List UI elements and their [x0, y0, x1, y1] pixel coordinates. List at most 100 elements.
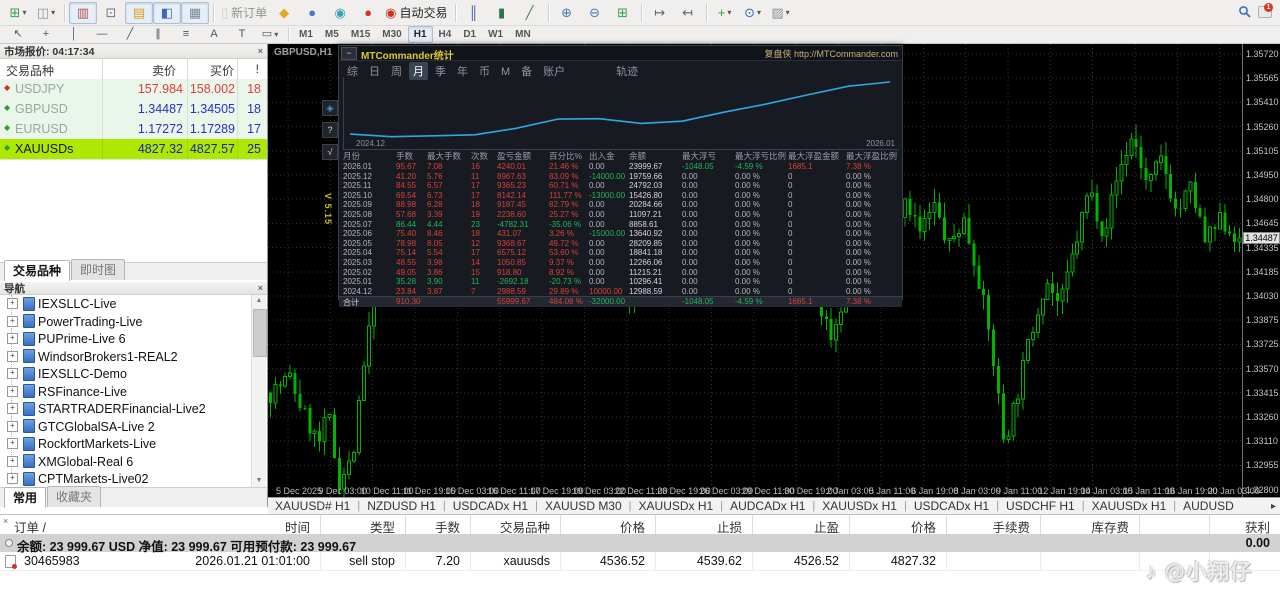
data-window-button[interactable]: ⊡: [97, 2, 125, 24]
new-chart-button[interactable]: ⊞ ▾: [4, 2, 32, 24]
chart-shift-button[interactable]: ↤: [674, 2, 702, 24]
balance-row[interactable]: 余额: 23 999.67 USD 净值: 23 999.67 可用预付款: 2…: [0, 534, 1280, 554]
periods-button[interactable]: ⊙ ▾: [739, 2, 767, 24]
vertical-line-button[interactable]: │: [60, 26, 88, 43]
navigator-scrollbar[interactable]: ▲ ▼: [251, 295, 267, 487]
scroll-up-icon[interactable]: ▲: [252, 295, 266, 307]
expand-plus-icon[interactable]: +: [7, 350, 18, 362]
candle-chart-mode-button[interactable]: ▮: [488, 2, 516, 24]
chart-tab-XAUUSDx-H1[interactable]: XAUUSDx H1: [632, 499, 721, 513]
market-watch-row[interactable]: ◆ XAUUSDs 4827.32 4827.57 25: [0, 139, 267, 160]
expand-plus-icon[interactable]: +: [7, 315, 18, 327]
indicators-button[interactable]: + ▾: [711, 2, 739, 24]
navigator-close-icon[interactable]: ×: [258, 283, 263, 293]
stats-minimize-button[interactable]: −: [341, 47, 357, 60]
expand-plus-icon[interactable]: +: [7, 385, 18, 397]
chevron-down-icon[interactable]: ▾: [757, 8, 761, 17]
experts-button[interactable]: ●: [298, 2, 326, 24]
timeframe-m30-button[interactable]: M30: [376, 26, 407, 43]
equidistant-channel-button[interactable]: ∥: [144, 26, 172, 43]
expand-plus-icon[interactable]: +: [7, 473, 18, 485]
account-item[interactable]: + WindsorBrokers1-REAL2: [0, 348, 250, 366]
chevron-down-icon[interactable]: ▾: [51, 8, 55, 17]
timeframe-m15-button[interactable]: M15: [345, 26, 376, 43]
chart-tab-XAUUSDx-H1[interactable]: XAUUSDx H1: [1085, 499, 1174, 513]
timeframe-h4-button[interactable]: H4: [433, 26, 458, 43]
market-watch-button[interactable]: ▥: [69, 1, 97, 24]
chevron-down-icon[interactable]: ▾: [727, 8, 731, 17]
metaeditor-button[interactable]: ◆: [270, 2, 298, 24]
zoom-out-button[interactable]: ⊖: [581, 2, 609, 24]
account-item[interactable]: + IEXSLLC-Live: [0, 295, 250, 313]
order-row[interactable]: 30465983 2026.01.21 01:01:00 sell stop 7.20…: [0, 552, 1280, 571]
shapes-button[interactable]: ▭ ▾: [256, 26, 284, 43]
timeframe-w1-button[interactable]: W1: [482, 26, 509, 43]
expand-plus-icon[interactable]: +: [7, 420, 18, 432]
stats-side-button-1[interactable]: ?: [322, 122, 338, 138]
tab-即时图[interactable]: 即时图: [71, 259, 126, 280]
account-item[interactable]: + IEXSLLC-Demo: [0, 365, 250, 383]
account-item[interactable]: + RockfortMarkets-Live: [0, 435, 250, 453]
auto-scroll-button[interactable]: ↦: [646, 2, 674, 24]
line-chart-mode-button[interactable]: ╱: [516, 2, 544, 24]
account-item[interactable]: + STARTRADERFinancial-Live2: [0, 400, 250, 418]
market-watch-row[interactable]: ◆ USDJPY 157.984 158.002 18: [0, 79, 267, 100]
tile-windows-button[interactable]: ⊞: [609, 2, 637, 24]
crosshair-button[interactable]: +: [32, 26, 60, 43]
tab-scroll-right-icon[interactable]: ▸: [1271, 501, 1276, 512]
auto-trading-button[interactable]: ◉ 自动交易: [382, 2, 450, 24]
account-item[interactable]: + CPTMarkets-Live02: [0, 470, 250, 487]
chart-tab-AUDCADx-H1[interactable]: AUDCADx H1: [723, 499, 812, 513]
timeframe-m5-button[interactable]: M5: [319, 26, 345, 43]
timeframe-d1-button[interactable]: D1: [457, 26, 482, 43]
tab-交易品种[interactable]: 交易品种: [4, 260, 71, 281]
account-item[interactable]: + RSFinance-Live: [0, 383, 250, 401]
bar-chart-mode-button[interactable]: ║: [460, 2, 488, 24]
market-web-button[interactable]: ◉: [326, 2, 354, 24]
stats-brand-link[interactable]: 复盘侠 http://MTCommander.com: [764, 47, 898, 60]
chevron-down-icon[interactable]: ▾: [786, 8, 790, 17]
expand-plus-icon[interactable]: +: [7, 368, 18, 380]
chart-tab-USDCADx-H1[interactable]: USDCADx H1: [907, 499, 996, 513]
zoom-in-button[interactable]: ⊕: [553, 2, 581, 24]
chart-tab-USDCADx-H1[interactable]: USDCADx H1: [446, 499, 535, 513]
text-tool-button[interactable]: A: [200, 26, 228, 43]
chart-tab-XAUUSDx-H1[interactable]: XAUUSDx H1: [815, 499, 904, 513]
community-button[interactable]: ●: [354, 2, 382, 24]
stats-side-button-0[interactable]: ◈: [322, 100, 338, 116]
account-item[interactable]: + XMGlobal-Real 6: [0, 453, 250, 471]
expand-plus-icon[interactable]: +: [7, 455, 18, 467]
timeframe-m1-button[interactable]: M1: [293, 26, 319, 43]
fibonacci-button[interactable]: ≡: [172, 26, 200, 43]
chart-shell-button[interactable]: ◧: [153, 1, 181, 24]
expand-plus-icon[interactable]: +: [7, 333, 18, 345]
account-item[interactable]: + GTCGlobalSA-Live 2: [0, 418, 250, 436]
navigator-button[interactable]: ▤: [125, 1, 153, 24]
account-item[interactable]: + PowerTrading-Live: [0, 313, 250, 331]
scrollbar-thumb[interactable]: [253, 309, 267, 357]
stats-side-button-2[interactable]: √: [322, 144, 338, 160]
price-axis[interactable]: 1.34487 1.35720 1.35565 1.35410 1.35260 1.35…: [1242, 44, 1280, 497]
label-tool-button[interactable]: T: [228, 26, 256, 43]
account-item[interactable]: + PUPrime-Live 6: [0, 330, 250, 348]
chevron-down-icon[interactable]: ▾: [22, 8, 26, 17]
chart-tab-NZDUSD-H1[interactable]: NZDUSD H1: [360, 499, 443, 513]
chevron-down-icon[interactable]: ▾: [274, 30, 278, 39]
chart-tab-AUDUSD[interactable]: AUDUSD: [1176, 499, 1241, 513]
expand-plus-icon[interactable]: +: [7, 438, 18, 450]
chart-tab-XAUUSD-M30[interactable]: XAUUSD M30: [538, 499, 629, 513]
chart-tab-XAUUSD-H1[interactable]: XAUUSD# H1: [268, 499, 357, 513]
stats-titlebar[interactable]: − MTCommander统计 复盘侠 http://MTCommander.c…: [339, 46, 902, 62]
timeframe-h1-button[interactable]: H1: [407, 26, 433, 43]
market-watch-row[interactable]: ◆ GBPUSD 1.34487 1.34505 18: [0, 99, 267, 120]
trendline-button[interactable]: ╱: [116, 26, 144, 43]
timeframe-mn-button[interactable]: MN: [509, 26, 537, 43]
scroll-down-icon[interactable]: ▼: [252, 475, 266, 487]
new-order-button[interactable]: ▯ 新订单: [218, 2, 270, 24]
templates-button[interactable]: ▨ ▾: [767, 2, 795, 24]
terminal-toggle-button[interactable]: ▦: [181, 1, 209, 24]
chart-tab-USDCHF-H1[interactable]: USDCHF H1: [999, 499, 1082, 513]
horizontal-line-button[interactable]: —: [88, 26, 116, 43]
market-watch-close-icon[interactable]: ×: [258, 46, 263, 56]
tab-收藏夹[interactable]: 收藏夹: [47, 486, 102, 507]
